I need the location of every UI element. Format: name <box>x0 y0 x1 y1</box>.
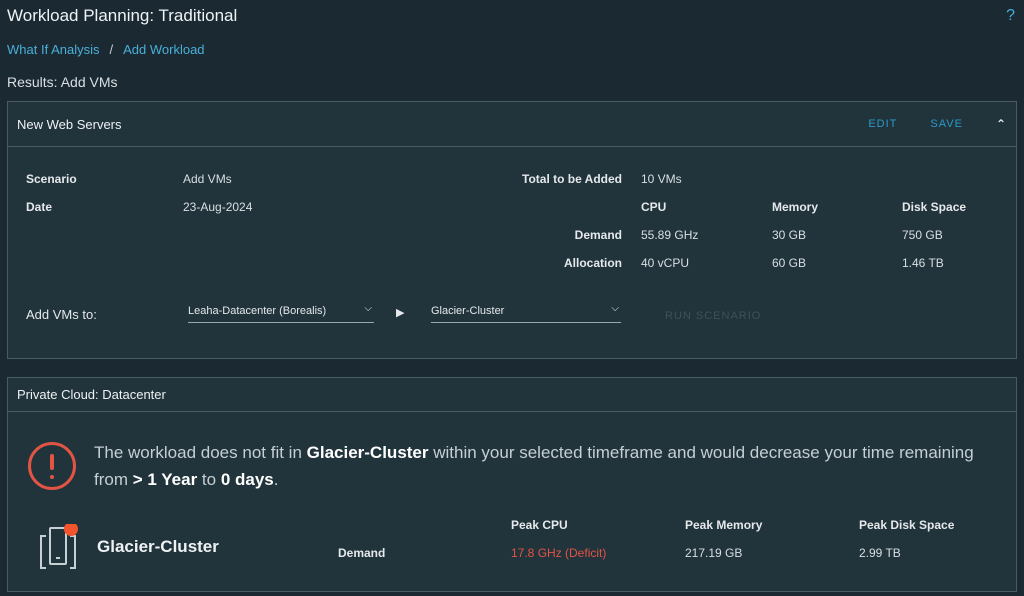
add-vms-to-label: Add VMs to: <box>26 307 97 322</box>
peak-memory-value: 217.19 GB <box>685 546 743 560</box>
cluster-select[interactable]: Glacier-Cluster ⌵ <box>431 303 621 323</box>
chevron-down-icon: ⌵ <box>364 303 372 314</box>
allocation-label: Allocation <box>563 256 622 270</box>
demand-memory: 30 GB <box>772 228 807 242</box>
results-title: Results: Add VMs <box>7 74 118 90</box>
page-title: Workload Planning: Traditional <box>7 6 238 25</box>
disk-column-header: Disk Space <box>902 200 967 214</box>
peak-cpu-deficit: 17.8 GHz (Deficit) <box>511 546 607 560</box>
alert-cluster-name: Glacier-Cluster <box>306 443 429 462</box>
result-card-title: Private Cloud: Datacenter <box>17 387 166 402</box>
alert-text-4: . <box>273 470 279 489</box>
result-card-header: Private Cloud: Datacenter <box>8 378 1016 412</box>
datacenter-select-value: Leaha-Datacenter (Borealis) <box>188 305 327 317</box>
peak-memory-header: Peak Memory <box>685 518 763 532</box>
cluster-icon <box>40 524 78 569</box>
alert-message: The workload does not fit in Glacier-Clu… <box>94 439 994 493</box>
error-alert-icon <box>28 442 76 490</box>
collapse-icon[interactable]: ⌃ <box>996 117 1007 131</box>
breadcrumb-add-workload[interactable]: Add Workload <box>123 42 204 57</box>
alert-text-3: to <box>197 470 221 489</box>
allocation-memory: 60 GB <box>772 256 807 270</box>
total-to-be-added-value: 10 VMs <box>641 172 682 186</box>
chevron-down-icon: ⌵ <box>611 303 619 314</box>
cpu-column-header: CPU <box>641 200 667 214</box>
arrow-right-icon: ▶ <box>396 307 405 319</box>
demand-disk: 750 GB <box>902 228 943 242</box>
scenario-card: New Web Servers EDIT SAVE ⌃ Scenario Add… <box>7 101 1017 359</box>
cluster-name: Glacier-Cluster <box>97 537 219 556</box>
result-card: Private Cloud: Datacenter The workload d… <box>7 377 1017 592</box>
run-scenario-button[interactable]: RUN SCENARIO <box>665 310 761 322</box>
breadcrumb-what-if-analysis[interactable]: What If Analysis <box>7 42 99 57</box>
scenario-label: Scenario <box>26 172 77 186</box>
peak-disk-header: Peak Disk Space <box>859 518 955 532</box>
date-value: 23-Aug-2024 <box>183 200 253 214</box>
save-button[interactable]: SAVE <box>930 118 963 130</box>
datacenter-select[interactable]: Leaha-Datacenter (Borealis) ⌵ <box>188 303 374 323</box>
peak-cpu-header: Peak CPU <box>511 518 568 532</box>
alert-time-from: > 1 Year <box>132 470 198 489</box>
breadcrumb-separator: / <box>109 42 114 57</box>
demand-cpu: 55.89 GHz <box>641 228 699 242</box>
alert-time-to: 0 days <box>220 470 274 489</box>
peak-disk-value: 2.99 TB <box>859 546 901 560</box>
memory-column-header: Memory <box>772 200 819 214</box>
scenario-card-title: New Web Servers <box>17 116 122 132</box>
demand-label: Demand <box>574 228 622 242</box>
allocation-cpu: 40 vCPU <box>641 256 690 270</box>
breadcrumb: What If Analysis / Add Workload <box>7 42 205 57</box>
alert-text-1: The workload does not fit in <box>94 443 307 462</box>
scenario-value: Add VMs <box>183 172 232 186</box>
result-demand-label: Demand <box>338 546 386 560</box>
scenario-card-header: New Web Servers EDIT SAVE ⌃ <box>8 102 1016 147</box>
total-to-be-added-label: Total to be Added <box>522 172 622 186</box>
edit-button[interactable]: EDIT <box>868 118 897 130</box>
date-label: Date <box>26 200 53 214</box>
cluster-select-value: Glacier-Cluster <box>431 305 505 317</box>
help-icon[interactable]: ? <box>1006 7 1015 25</box>
allocation-disk: 1.46 TB <box>902 256 944 270</box>
